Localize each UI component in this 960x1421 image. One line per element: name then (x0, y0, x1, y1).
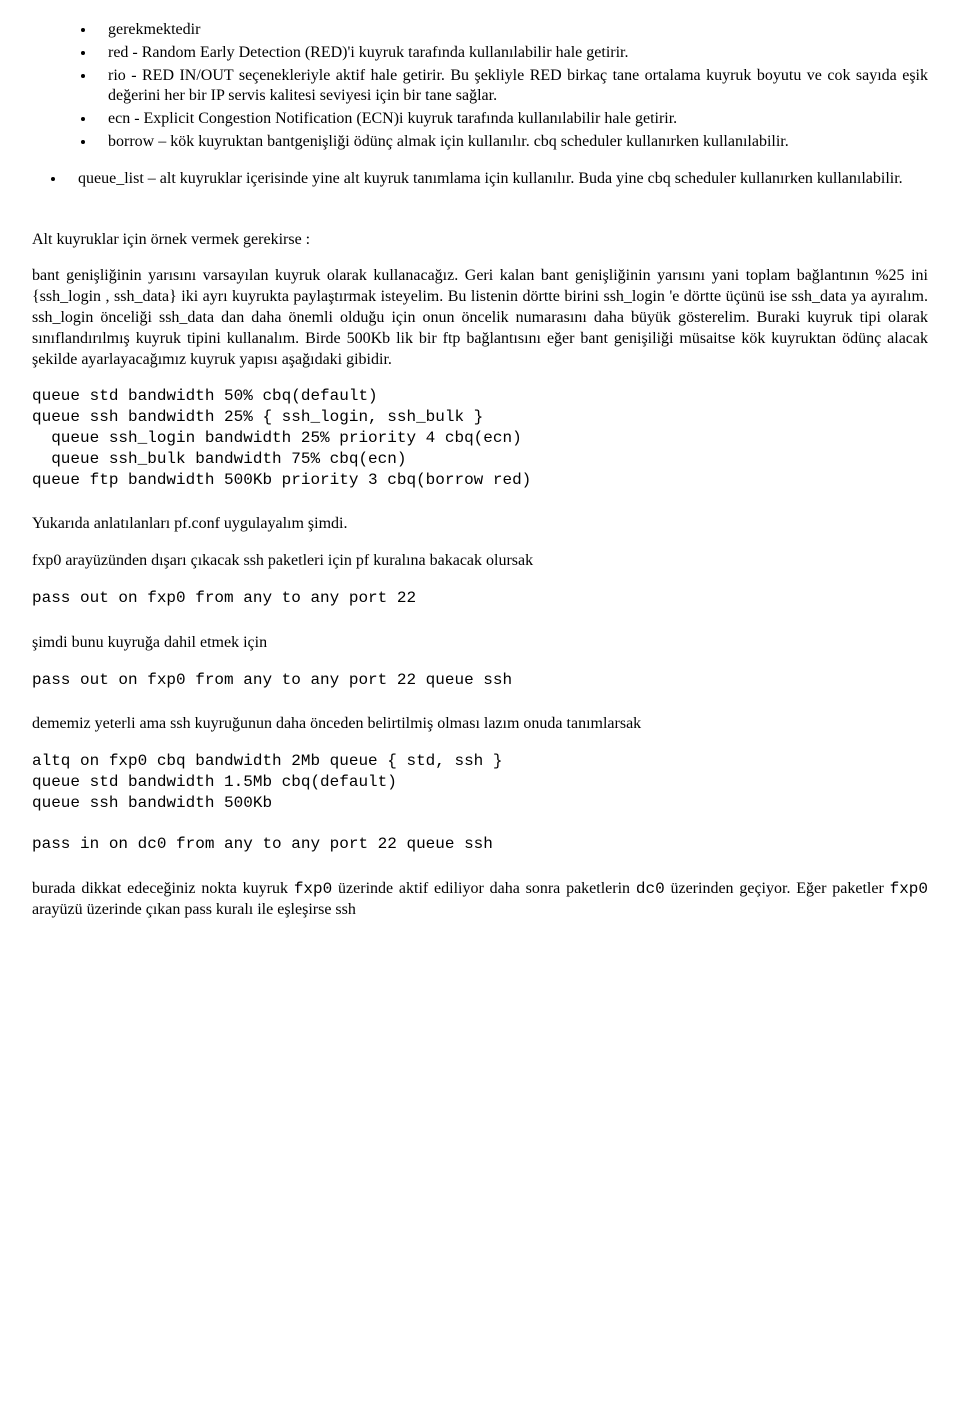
paragraph-define-queue: dememiz yeterli ama ssh kuyruğunun daha … (32, 714, 928, 735)
inline-code: dc0 (636, 880, 665, 898)
list-item: ecn - Explicit Congestion Notification (… (96, 109, 928, 130)
inline-code: fxp0 (890, 880, 928, 898)
text-segment: arayüzü üzerinde çıkan pass kuralı ile e… (32, 901, 356, 918)
paragraph-apply: Yukarıda anlatılanları pf.conf uygulayal… (32, 514, 928, 535)
paragraph-queue-add: şimdi bunu kuyruğa dahil etmek için (32, 633, 928, 654)
code-block-altq: altq on fxp0 cbq bandwidth 2Mb queue { s… (32, 751, 928, 855)
paragraph-note: burada dikkat edeceğiniz nokta kuyruk fx… (32, 879, 928, 921)
option-list-2: queue_list – alt kuyruklar içerisinde yi… (32, 169, 928, 190)
paragraph-intro: Alt kuyruklar için örnek vermek gerekirs… (32, 230, 928, 251)
paragraph-fxp0: fxp0 arayüzünden dışarı çıkacak ssh pake… (32, 551, 928, 572)
code-block-queue-def: queue std bandwidth 50% cbq(default) que… (32, 386, 928, 490)
inline-code: fxp0 (294, 880, 332, 898)
code-block-pass-out-1: pass out on fxp0 from any to any port 22 (32, 588, 928, 609)
text-segment: burada dikkat edeceğiniz nokta kuyruk (32, 880, 294, 897)
list-item: gerekmektedir (96, 20, 928, 41)
paragraph-explanation: bant genişliğinin yarısını varsayılan ku… (32, 266, 928, 370)
list-item: rio - RED IN/OUT seçenekleriyle aktif ha… (96, 66, 928, 108)
list-item: queue_list – alt kuyruklar içerisinde yi… (66, 169, 928, 190)
code-block-pass-out-2: pass out on fxp0 from any to any port 22… (32, 670, 928, 691)
list-item: red - Random Early Detection (RED)'i kuy… (96, 43, 928, 64)
text-segment: üzerinde aktif ediliyor daha sonra paket… (332, 880, 636, 897)
list-item: borrow – kök kuyruktan bantgenişliği ödü… (96, 132, 928, 153)
text-segment: üzerinden geçiyor. Eğer paketler (665, 880, 890, 897)
option-list-1: gerekmektedir red - Random Early Detecti… (32, 20, 928, 153)
